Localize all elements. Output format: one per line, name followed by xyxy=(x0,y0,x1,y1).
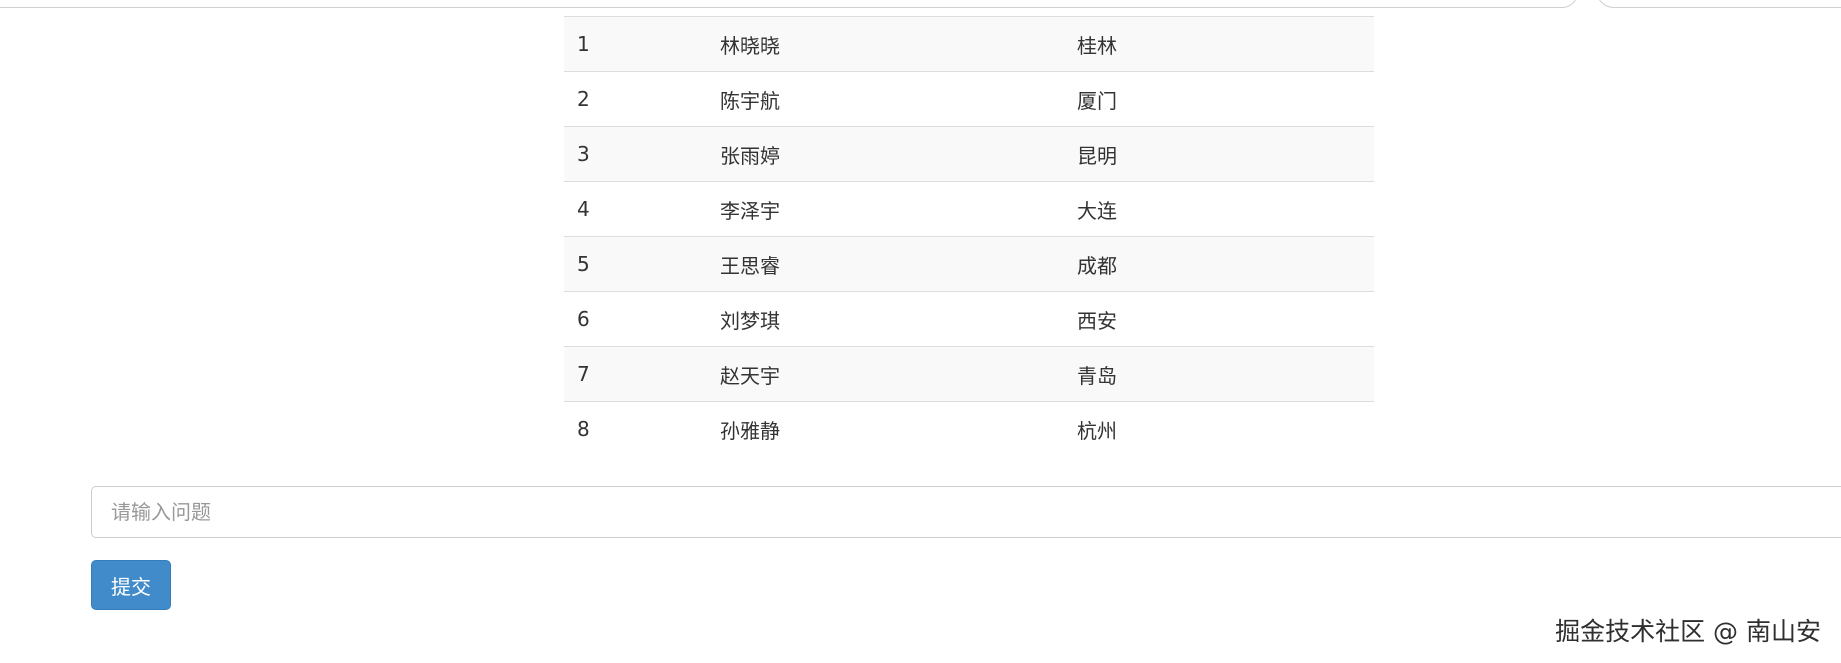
row-id-cell: 6 xyxy=(564,291,704,347)
table-row: 7 赵天宇 青岛 xyxy=(564,346,1374,402)
row-name-cell: 王思睿 xyxy=(704,236,1064,292)
row-name-cell: 林晓晓 xyxy=(704,16,1064,72)
row-id-cell: 5 xyxy=(564,236,704,292)
table-row: 3 张雨婷 昆明 xyxy=(564,126,1374,182)
row-city-cell: 成都 xyxy=(1064,236,1374,292)
top-panel-left-edge xyxy=(0,0,1578,8)
table-row: 5 王思睿 成都 xyxy=(564,236,1374,292)
row-city-cell: 昆明 xyxy=(1064,126,1374,182)
submit-button[interactable]: 提交 xyxy=(91,560,171,610)
row-city-cell: 厦门 xyxy=(1064,71,1374,127)
row-id-cell: 3 xyxy=(564,126,704,182)
top-panel-right-edge xyxy=(1596,0,1841,8)
question-input[interactable] xyxy=(91,486,1841,538)
table-row: 4 李泽宇 大连 xyxy=(564,181,1374,237)
table-row: 1 林晓晓 桂林 xyxy=(564,16,1374,72)
row-id-cell: 8 xyxy=(564,401,704,457)
table-row: 6 刘梦琪 西安 xyxy=(564,291,1374,347)
row-name-cell: 李泽宇 xyxy=(704,181,1064,237)
row-id-cell: 7 xyxy=(564,346,704,402)
row-id-cell: 2 xyxy=(564,71,704,127)
row-city-cell: 西安 xyxy=(1064,291,1374,347)
row-name-cell: 刘梦琪 xyxy=(704,291,1064,347)
watermark: 掘金技术社区 @ 南山安 xyxy=(1555,617,1821,646)
row-city-cell: 杭州 xyxy=(1064,401,1374,457)
table-row: 2 陈宇航 厦门 xyxy=(564,71,1374,127)
row-name-cell: 张雨婷 xyxy=(704,126,1064,182)
row-id-cell: 1 xyxy=(564,16,704,72)
row-name-cell: 陈宇航 xyxy=(704,71,1064,127)
row-city-cell: 大连 xyxy=(1064,181,1374,237)
row-city-cell: 青岛 xyxy=(1064,346,1374,402)
row-name-cell: 赵天宇 xyxy=(704,346,1064,402)
row-city-cell: 桂林 xyxy=(1064,16,1374,72)
row-name-cell: 孙雅静 xyxy=(704,401,1064,457)
row-id-cell: 4 xyxy=(564,181,704,237)
table-row: 8 孙雅静 杭州 xyxy=(564,401,1374,457)
data-table: 1 林晓晓 桂林 2 陈宇航 厦门 3 张雨婷 昆明 4 李泽宇 大连 5 王思… xyxy=(564,16,1374,457)
